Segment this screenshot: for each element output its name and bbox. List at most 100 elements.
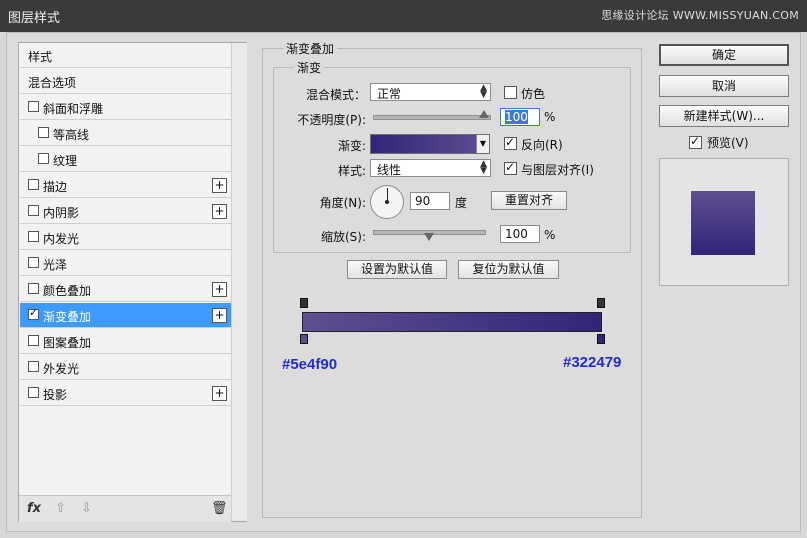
opacity-value: 100 bbox=[505, 110, 528, 124]
sidebar-item-label: 颜色叠加 bbox=[43, 284, 92, 298]
styles-list-scrollbar[interactable] bbox=[231, 43, 247, 521]
blend-mode-value: 正常 bbox=[377, 87, 402, 101]
sidebar-item[interactable]: 纹理 bbox=[20, 147, 231, 172]
opacity-stop-left[interactable] bbox=[300, 298, 308, 308]
sidebar-item-checkbox[interactable] bbox=[28, 387, 39, 398]
move-up-icon[interactable]: ⇧ bbox=[55, 501, 66, 516]
sidebar-item[interactable]: 光泽 bbox=[20, 251, 231, 276]
add-icon[interactable]: + bbox=[212, 282, 227, 297]
angle-unit: 度 bbox=[455, 196, 468, 210]
scale-value: 100 bbox=[505, 227, 528, 241]
sidebar-item-label: 内阴影 bbox=[43, 206, 80, 220]
sidebar-item-label: 内发光 bbox=[43, 232, 80, 246]
sidebar-item[interactable]: 混合选项 bbox=[20, 69, 231, 94]
gradient-preview-bar bbox=[302, 312, 602, 332]
sidebar-item-label: 等高线 bbox=[53, 128, 90, 142]
sidebar-item-label: 光泽 bbox=[43, 258, 68, 272]
preview-checkbox[interactable] bbox=[689, 134, 702, 149]
sidebar-item[interactable]: 外发光 bbox=[20, 355, 231, 380]
color-stop-left[interactable] bbox=[300, 334, 308, 344]
sidebar-item[interactable]: 图案叠加 bbox=[20, 329, 231, 354]
trash-icon[interactable]: 🗑 bbox=[211, 501, 228, 516]
gradient-picker[interactable]: ▼ bbox=[370, 134, 490, 154]
preview-label: 预览(V) bbox=[707, 136, 749, 150]
add-icon[interactable]: + bbox=[212, 308, 227, 323]
reverse-checkbox[interactable] bbox=[504, 135, 517, 150]
dither-checkbox[interactable] bbox=[504, 86, 517, 99]
sidebar-item-checkbox[interactable] bbox=[28, 257, 39, 268]
style-preview bbox=[659, 158, 789, 286]
reverse-label: 反向(R) bbox=[521, 138, 563, 152]
subgroup-title: 渐变 bbox=[294, 59, 325, 76]
chevron-down-icon[interactable]: ▼ bbox=[476, 135, 489, 153]
scale-input[interactable]: 100 bbox=[500, 225, 540, 243]
end-color-hex: #322479 bbox=[563, 354, 622, 371]
style-value: 线性 bbox=[377, 163, 402, 177]
style-select[interactable]: 线性 ▲ ▼ bbox=[370, 159, 491, 177]
sidebar-item[interactable]: 内阴影 + bbox=[20, 199, 231, 224]
styles-list-toolbar: fx ⇧ ⇩ 🗑 bbox=[19, 495, 231, 522]
sidebar-item[interactable]: 内发光 bbox=[20, 225, 231, 250]
add-icon[interactable]: + bbox=[212, 204, 227, 219]
add-icon[interactable]: + bbox=[212, 386, 227, 401]
color-stop-right[interactable] bbox=[597, 334, 605, 344]
sidebar-item-checkbox[interactable] bbox=[28, 231, 39, 242]
opacity-slider-track[interactable] bbox=[373, 115, 491, 120]
sidebar-item-checkbox[interactable] bbox=[28, 179, 39, 190]
opacity-slider-thumb[interactable] bbox=[479, 110, 489, 118]
sidebar-item[interactable]: 样式 bbox=[20, 43, 231, 68]
styles-list-panel: 样式混合选项斜面和浮雕等高线纹理描边 + 内阴影 + 内发光光泽颜色叠加 + 渐变叠加 + 图案… bbox=[18, 42, 247, 522]
sidebar-item-label: 外发光 bbox=[43, 362, 80, 376]
sidebar-item[interactable]: 投影 + bbox=[20, 381, 231, 406]
sidebar-item[interactable]: 斜面和浮雕 bbox=[20, 95, 231, 120]
opacity-stop-right[interactable] bbox=[597, 298, 605, 308]
angle-input[interactable]: 90 bbox=[410, 192, 450, 210]
start-color-hex: #5e4f90 bbox=[282, 356, 338, 373]
ok-button[interactable]: 确定 bbox=[659, 44, 789, 66]
reset-default-button[interactable]: 复位为默认值 bbox=[458, 260, 559, 279]
sidebar-item-checkbox[interactable] bbox=[28, 101, 39, 112]
sidebar-item-label: 投影 bbox=[43, 388, 68, 402]
sidebar-item-checkbox[interactable] bbox=[28, 361, 39, 372]
scale-unit: % bbox=[544, 228, 556, 242]
scale-slider-thumb[interactable] bbox=[423, 233, 434, 241]
style-label: 样式: bbox=[337, 164, 366, 178]
angle-label: 角度(N): bbox=[319, 196, 366, 210]
angle-value: 90 bbox=[415, 194, 431, 208]
sidebar-item-checkbox[interactable] bbox=[28, 335, 39, 346]
fx-icon[interactable]: fx bbox=[27, 501, 41, 516]
gradient-label: 渐变: bbox=[337, 139, 366, 153]
sidebar-item-label: 描边 bbox=[43, 180, 68, 194]
preview-swatch bbox=[691, 191, 755, 255]
sidebar-item-label: 样式 bbox=[28, 50, 53, 64]
blend-mode-select[interactable]: 正常 ▲ ▼ bbox=[370, 83, 491, 101]
sidebar-item-checkbox[interactable] bbox=[28, 306, 39, 320]
sidebar-item[interactable]: 等高线 bbox=[20, 121, 231, 146]
sidebar-item[interactable]: 描边 + bbox=[20, 173, 231, 198]
sidebar-item-checkbox[interactable] bbox=[38, 153, 49, 164]
angle-dial[interactable] bbox=[370, 185, 404, 219]
add-icon[interactable]: + bbox=[212, 178, 227, 193]
sidebar-item-checkbox[interactable] bbox=[28, 205, 39, 216]
sidebar-item-label: 纹理 bbox=[53, 154, 78, 168]
new-style-button[interactable]: 新建样式(W)... bbox=[659, 105, 789, 127]
dither-label: 仿色 bbox=[521, 87, 546, 101]
sidebar-item-checkbox[interactable] bbox=[28, 283, 39, 294]
set-default-button[interactable]: 设置为默认值 bbox=[347, 260, 447, 279]
cancel-button[interactable]: 取消 bbox=[659, 75, 789, 97]
opacity-input[interactable]: 100 bbox=[500, 108, 540, 126]
watermark: 思缘设计论坛 WWW.MISSYUAN.COM bbox=[601, 9, 799, 22]
select-arrows-icon: ▲ ▼ bbox=[480, 159, 487, 176]
group-title: 渐变叠加 bbox=[283, 40, 338, 57]
move-down-icon[interactable]: ⇩ bbox=[81, 501, 92, 516]
sidebar-item-label: 斜面和浮雕 bbox=[43, 102, 104, 116]
sidebar-item-label: 图案叠加 bbox=[43, 336, 92, 350]
sidebar-item-label: 渐变叠加 bbox=[43, 310, 92, 324]
reset-alignment-button[interactable]: 重置对齐 bbox=[491, 191, 567, 210]
sidebar-item[interactable]: 渐变叠加 + bbox=[20, 303, 231, 328]
align-with-layer-checkbox[interactable] bbox=[504, 160, 517, 175]
sidebar-item[interactable]: 颜色叠加 + bbox=[20, 277, 231, 302]
opacity-unit: % bbox=[544, 110, 556, 124]
sidebar-item-checkbox[interactable] bbox=[38, 127, 49, 138]
opacity-label: 不透明度(P): bbox=[297, 113, 366, 127]
